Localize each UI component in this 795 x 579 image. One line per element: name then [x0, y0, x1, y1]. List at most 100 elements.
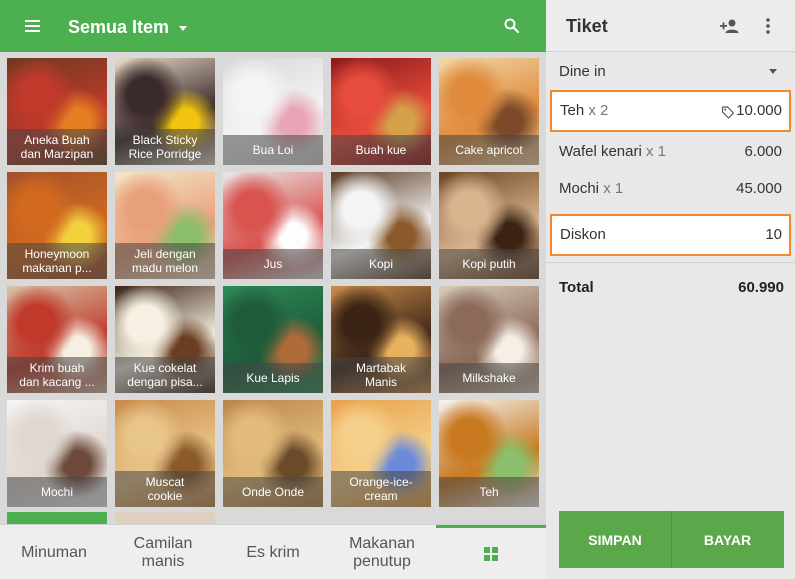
item-tile[interactable]: Onde Onde: [223, 400, 323, 507]
grid-icon: [484, 547, 498, 561]
item-caption-text: Aneka Buah dan Marzipan: [21, 133, 94, 161]
item-name-line: Jeli dengan: [134, 247, 196, 261]
category-tab-camilan-manis[interactable]: Camilan manis: [108, 525, 218, 579]
item-tile[interactable]: Cake apricot: [439, 58, 539, 165]
item-tile[interactable]: Jeli dengan madu melon: [115, 172, 215, 279]
item-caption-text: Onde Onde: [242, 485, 304, 499]
item-tile[interactable]: Black Sticky Rice Porridge: [115, 58, 215, 165]
item-caption: Jus: [223, 249, 323, 279]
item-name-line: Martabak: [355, 361, 407, 375]
item-tile[interactable]: Milkshake: [439, 286, 539, 393]
ticket-line-qty: x 1: [645, 143, 666, 160]
item-caption: Kue Lapis: [223, 363, 323, 393]
item-name-line: Honeymoon: [24, 247, 90, 261]
item-tile[interactable]: Muscat cookie: [115, 400, 215, 507]
all-items-grid-button[interactable]: [436, 525, 546, 579]
ticket-line-wafel-kenari[interactable]: Wafel kenari x 1 6.000: [550, 131, 791, 173]
item-tile[interactable]: Aneka Buah dan Marzipan: [7, 58, 107, 165]
ticket-line-mochi[interactable]: Mochi x 1 45.000: [550, 168, 791, 210]
item-name-line: Rice Porridge: [128, 147, 202, 161]
item-name-line: dan Marzipan: [20, 147, 94, 161]
item-caption-text: Jus: [264, 257, 283, 271]
item-caption-text: Kopi putih: [462, 257, 515, 271]
ticket-line-diskon[interactable]: Diskon 10: [550, 214, 791, 256]
item-tile[interactable]: Jus: [223, 172, 323, 279]
item-name-line: Manis: [364, 375, 397, 389]
pay-button[interactable]: BAYAR: [671, 511, 783, 568]
item-tile[interactable]: Honeymoon makanan p...: [7, 172, 107, 279]
item-tile[interactable]: Kue Lapis: [223, 286, 323, 393]
item-caption-text: Kopi: [369, 257, 393, 271]
category-tab-label: Camilan manis: [133, 534, 193, 570]
total-label: Total: [559, 279, 594, 296]
ticket-line-teh[interactable]: Teh x 2 10.000: [550, 90, 791, 132]
item-tile[interactable]: Martabak Manis: [331, 286, 431, 393]
ticket-line-amount: 6.000: [744, 143, 782, 160]
item-name-line: Orange-ice-: [349, 475, 413, 489]
ticket-line-name-wrap: Teh x 2: [560, 102, 608, 119]
category-tab-label: Makanan penutup: [349, 534, 415, 570]
item-grid: Aneka Buah dan Marzipan Black Sticky Rice P…: [0, 52, 546, 526]
item-caption: Mochi: [7, 477, 107, 507]
ticket-panel: Tiket Dine in Teh x 2 10.000 Wafel kenar…: [546, 0, 795, 579]
item-caption: Jeli dengan madu melon: [115, 243, 215, 279]
action-bar: SIMPAN BAYAR: [559, 511, 784, 568]
item-tile[interactable]: Kopi: [331, 172, 431, 279]
item-tile[interactable]: Buah kue: [331, 58, 431, 165]
item-caption: Teh: [439, 477, 539, 507]
item-caption: Muscat cookie: [115, 471, 215, 507]
item-name-line: cream: [364, 489, 398, 503]
dining-option-select[interactable]: Dine in: [546, 53, 795, 90]
item-tile-partial[interactable]: [7, 512, 107, 524]
category-tab-es-krim[interactable]: Es krim: [218, 525, 328, 579]
ticket-line-qty: x 2: [588, 102, 609, 119]
item-caption: Bua Loi: [223, 135, 323, 165]
category-dropdown[interactable]: Semua Item: [68, 14, 188, 40]
ticket-line-name: Teh: [560, 102, 585, 119]
save-button[interactable]: SIMPAN: [559, 511, 671, 568]
total-amount: 60.990: [738, 279, 784, 296]
ticket-line-name: Mochi: [559, 180, 600, 197]
item-tile-partial[interactable]: [115, 512, 215, 524]
item-caption: Honeymoon makanan p...: [7, 243, 107, 279]
pos-app: Semua Item Aneka Buah dan Marzipan Black S…: [0, 0, 795, 579]
ticket-line-amount: 10: [765, 226, 782, 243]
item-name-line: Mochi: [40, 485, 73, 499]
item-caption-text: Bua Loi: [253, 143, 294, 157]
item-caption-text: Honeymoon makanan p...: [22, 247, 91, 275]
item-caption-text: Black Sticky Rice Porridge: [129, 133, 202, 161]
item-caption: Onde Onde: [223, 477, 323, 507]
item-tile[interactable]: Bua Loi: [223, 58, 323, 165]
top-bar: Semua Item: [0, 0, 546, 52]
item-caption: Aneka Buah dan Marzipan: [7, 129, 107, 165]
ticket-line-qty: x 1: [603, 180, 624, 197]
item-tile[interactable]: Mochi: [7, 400, 107, 507]
dropdown-arrow-icon: [769, 69, 777, 74]
item-caption: Milkshake: [439, 363, 539, 393]
item-caption-text: Teh: [479, 485, 498, 499]
menu-icon[interactable]: [22, 14, 46, 38]
category-tab-makanan-penutup[interactable]: Makanan penutup: [328, 525, 436, 579]
add-customer-icon[interactable]: [718, 14, 742, 38]
item-caption-text: Orange-ice-cream: [349, 475, 412, 503]
item-caption: Martabak Manis: [331, 357, 431, 393]
item-caption-text: Martabak Manis: [356, 361, 406, 389]
item-name-line: Black Sticky: [132, 133, 198, 147]
item-tile[interactable]: Orange-ice-cream: [331, 400, 431, 507]
item-panel: Semua Item Aneka Buah dan Marzipan Black S…: [0, 0, 546, 579]
item-tile[interactable]: Teh: [439, 400, 539, 507]
item-name-line: dengan pisa...: [127, 375, 203, 389]
item-caption: Kue cokelat dengan pisa...: [115, 357, 215, 393]
item-name-line: cookie: [147, 489, 183, 503]
discount-tag-icon: [721, 106, 735, 119]
total-row: Total 60.990: [559, 279, 784, 296]
more-vert-icon[interactable]: [761, 14, 775, 38]
item-caption: Krim buah dan kacang ...: [7, 357, 107, 393]
item-name-line: Kue Lapis: [246, 371, 300, 385]
item-tile[interactable]: Krim buah dan kacang ...: [7, 286, 107, 393]
search-icon[interactable]: [500, 14, 524, 38]
item-tile[interactable]: Kue cokelat dengan pisa...: [115, 286, 215, 393]
item-caption: Orange-ice-cream: [331, 471, 431, 507]
item-tile[interactable]: Kopi putih: [439, 172, 539, 279]
category-tab-minuman[interactable]: Minuman: [0, 525, 108, 579]
